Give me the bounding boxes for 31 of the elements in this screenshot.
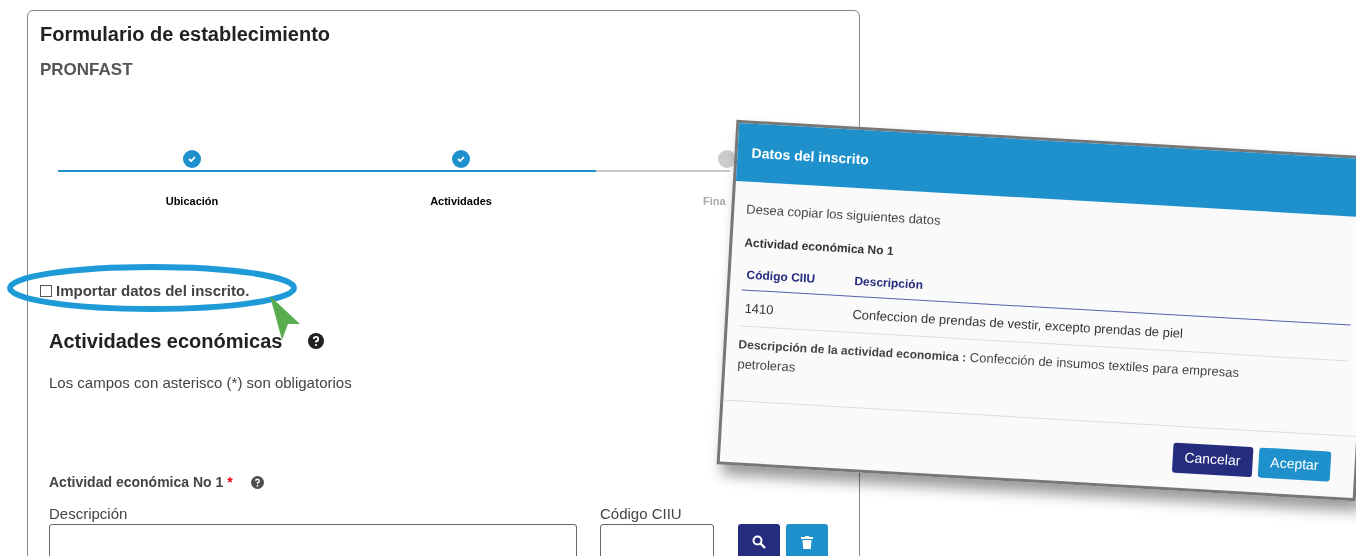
activity-title: Actividad económica No 1 * xyxy=(49,473,233,492)
required-note: Los campos con asterisco (*) son obligatorios xyxy=(49,373,352,393)
check-icon xyxy=(187,154,197,164)
code-field[interactable] xyxy=(600,524,714,556)
form-title: Formulario de establecimiento xyxy=(40,22,332,47)
dialog-button[interactable]: Aceptar xyxy=(1257,447,1332,482)
dialog-prompt: Desea copiar los siguientes datos xyxy=(745,200,942,230)
table-cell-text: Confeccion de prendas de vestir, excepto prendas de piel xyxy=(851,305,1185,343)
form-subtitle: PRONFAST xyxy=(40,59,134,81)
step-label: Ubicación xyxy=(164,194,220,209)
help-icon[interactable] xyxy=(250,476,264,489)
help-icon[interactable] xyxy=(308,333,325,349)
description-field[interactable] xyxy=(49,524,577,556)
search-icon xyxy=(752,535,766,549)
description-label: Descripción xyxy=(49,504,128,524)
column-header: Descripción xyxy=(853,272,924,294)
dialog-title: Datos del inscrito xyxy=(751,143,870,170)
delete-button[interactable] xyxy=(786,524,828,556)
column-header: Código CIIU xyxy=(745,266,817,288)
check-icon xyxy=(456,154,466,164)
trash-icon xyxy=(801,535,813,549)
table-cell-text: 1410 xyxy=(743,299,775,319)
import-checkbox[interactable] xyxy=(40,285,52,298)
step-label: Actividades xyxy=(429,194,493,209)
step-label: Fina xyxy=(703,194,726,209)
code-label: Código CIIU xyxy=(600,504,682,524)
dialog-button[interactable]: Cancelar xyxy=(1171,442,1254,477)
import-label: Importar datos del inscrito. xyxy=(56,281,250,301)
section-title: Actividades económicas xyxy=(49,329,283,354)
dialog-activity-title: Actividad económica No 1 xyxy=(743,234,895,260)
search-button[interactable] xyxy=(738,524,780,556)
